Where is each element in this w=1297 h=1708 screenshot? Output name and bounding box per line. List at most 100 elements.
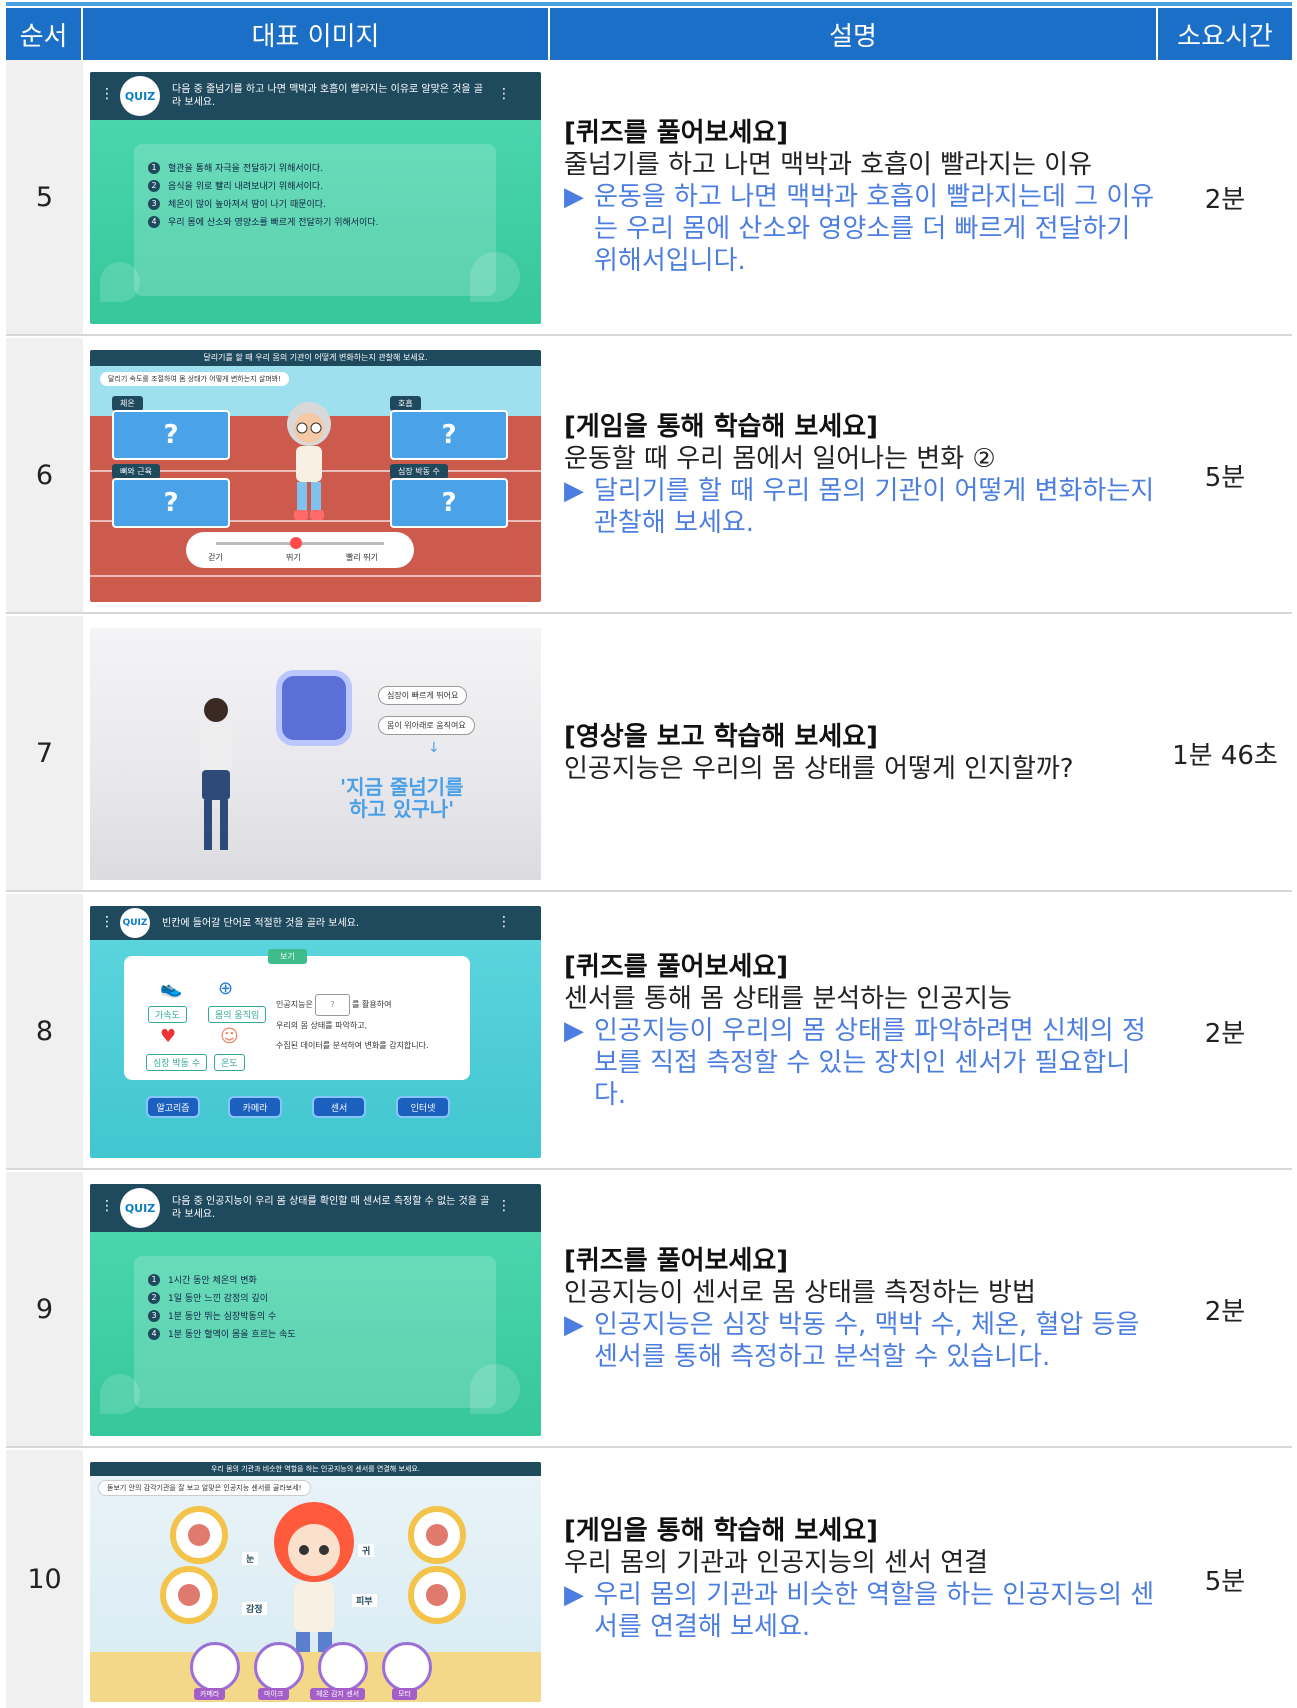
option-number: 2: [148, 1291, 160, 1304]
device-label: 카메라: [194, 1688, 226, 1700]
menu-dots-icon: ⋮: [100, 1198, 114, 1214]
row-detail: ▶ 인공지능이 우리의 몸 상태를 파악하려면 신체의 정보를 직접 측정할 수 …: [564, 1016, 1146, 1110]
quiz-option[interactable]: 1 혈관을 통해 자극을 전달하기 위해서이다.: [148, 161, 378, 174]
temperature-sensor-device[interactable]: [318, 1642, 368, 1692]
table-row: 6 달리기를 할 때 우리 몸의 기관이 어떻게 변화하는지 관찰해 보세요. …: [6, 338, 1292, 614]
row-title: [퀴즈를 풀어보세요]: [564, 1246, 789, 1276]
grandpa-character: [287, 402, 331, 520]
game-thumbnail: 달리기를 할 때 우리 몸의 기관이 어떻게 변화하는지 관찰해 보세요. 달리…: [90, 350, 541, 602]
thumbnail-cell: 우리 몸의 기관과 비슷한 역할을 하는 인공지능의 센서를 연결해 보세요. …: [83, 1450, 550, 1708]
quiz-option[interactable]: 1 1시간 동안 체온의 변화: [148, 1273, 296, 1286]
option-number: 4: [148, 1327, 160, 1340]
menu-dots-icon: ⋮: [497, 914, 511, 930]
row-order: 6: [6, 338, 83, 612]
magnifier-eye[interactable]: [170, 1506, 228, 1564]
row-order: 9: [6, 1172, 83, 1446]
table-row: 10 우리 몸의 기관과 비슷한 역할을 하는 인공지능의 센서를 연결해 보세…: [6, 1450, 1292, 1708]
part-label-ear: 귀: [358, 1544, 375, 1557]
question-icon: [426, 1584, 448, 1606]
thumbnail-cell: ⋮ QUIZ 다음 중 인공지능이 우리 몸 상태를 확인할 때 센서로 측정할…: [83, 1172, 550, 1446]
table-row: 5 ⋮ QUIZ 다음 중 줄넘기를 하고 나면 맥박과 호흡이 빨라지는 이유…: [6, 60, 1292, 336]
question-card[interactable]: ?: [112, 478, 230, 528]
heart-icon: ♥: [160, 1026, 177, 1047]
speed-walk-label: 걷기: [208, 553, 223, 562]
label-bones-muscles: 뼈와 근육: [112, 464, 160, 479]
answer-button[interactable]: 인터넷: [396, 1096, 450, 1118]
row-detail: ▶ 우리 몸의 기관과 비슷한 역할을 하는 인공지능의 센서를 연결해 보세요.: [564, 1580, 1155, 1642]
question-card[interactable]: ?: [390, 410, 508, 460]
motor-device[interactable]: [382, 1642, 432, 1692]
microphone-device[interactable]: [254, 1642, 304, 1692]
menu-dots-icon: ⋮: [497, 1198, 511, 1214]
row-order: 10: [6, 1450, 83, 1708]
row-title: [퀴즈를 풀어보세요]: [564, 952, 789, 982]
quiz-thumbnail: ⋮ QUIZ 빈칸에 들어갈 단어로 적절한 것을 골라 보세요. ⋮ 보기 👟…: [90, 906, 541, 1158]
quiz-option[interactable]: 3 체온이 많이 높아져서 땀이 나기 때문이다.: [148, 197, 378, 210]
smartwatch-icon: [276, 670, 352, 746]
row-subtitle: 인공지능은 우리의 몸 상태를 어떻게 인지할까?: [564, 754, 1074, 784]
speech-bubble: 심장이 빠르게 뛰어요: [378, 686, 468, 705]
row-subtitle: 인공지능이 센서로 몸 상태를 측정하는 방법: [564, 1278, 1036, 1308]
video-caption: '지금 줄넘기를 하고 있구나': [340, 775, 464, 821]
blank-box[interactable]: ?: [315, 994, 350, 1016]
hint-bubble: 달리기 속도를 조절하여 몸 상태가 어떻게 변하는지 살펴봐!: [100, 372, 289, 386]
triangle-bullet-icon: ▶: [564, 182, 584, 212]
answer-button[interactable]: 센서: [312, 1096, 366, 1118]
quiz-option[interactable]: 4 우리 몸에 산소와 영양소를 빠르게 전달하기 위해서이다.: [148, 215, 378, 228]
device-label: 모터: [392, 1688, 417, 1700]
options-list: 1 혈관을 통해 자극을 전달하기 위해서이다. 2 음식을 위로 빨리 내려보내기…: [148, 156, 378, 233]
question-card[interactable]: ?: [390, 478, 508, 528]
magnifier-unknown[interactable]: [408, 1566, 466, 1624]
camera-device[interactable]: [190, 1642, 240, 1692]
triangle-bullet-icon: ▶: [564, 1310, 584, 1340]
row-subtitle: 줄넘기를 하고 나면 맥박과 호흡이 빨라지는 이유: [564, 150, 1092, 180]
option-number: 3: [148, 197, 160, 210]
row-title: [게임을 통해 학습해 보세요]: [564, 412, 879, 442]
part-label-eye: 눈: [242, 1552, 259, 1565]
quiz-option[interactable]: 2 1일 동안 느낀 감정의 깊이: [148, 1291, 296, 1304]
thumbnail-cell: ⋮ QUIZ 빈칸에 들어갈 단어로 적절한 것을 골라 보세요. ⋮ 보기 👟…: [83, 894, 550, 1168]
question-icon: [178, 1584, 200, 1606]
table-row: 8 ⋮ QUIZ 빈칸에 들어갈 단어로 적절한 것을 골라 보세요. ⋮ 보기…: [6, 894, 1292, 1170]
game-thumbnail: 우리 몸의 기관과 비슷한 역할을 하는 인공지능의 센서를 연결해 보세요. …: [90, 1462, 541, 1702]
quiz-option[interactable]: 2 음식을 위로 빨리 내려보내기 위해서이다.: [148, 179, 378, 192]
icon-label: 몸의 움직임: [208, 1006, 267, 1023]
answer-button[interactable]: 카메라: [228, 1096, 282, 1118]
menu-dots-icon: ⋮: [100, 914, 114, 930]
quiz-question: 다음 중 인공지능이 우리 몸 상태를 확인할 때 센서로 측정할 수 없는 것…: [172, 1196, 490, 1220]
speed-run-label: 뛰기: [286, 553, 301, 562]
ear-icon: [426, 1524, 448, 1546]
row-detail: ▶ 운동을 하고 나면 맥박과 호흡이 빨라지는데 그 이유는 우리 몸에 산소와…: [564, 182, 1155, 276]
down-arrow-icon: ↓: [428, 740, 440, 756]
quiz-options-box: 1 혈관을 통해 자극을 전달하기 위해서이다. 2 음식을 위로 빨리 내려보내기…: [134, 144, 496, 296]
triangle-bullet-icon: ▶: [564, 476, 584, 506]
question-card[interactable]: ?: [112, 410, 230, 460]
quiz-question: 빈칸에 들어갈 단어로 적절한 것을 골라 보세요.: [162, 917, 360, 929]
quiz-question: 다음 중 줄넘기를 하고 나면 맥박과 호흡이 빨라지는 이유로 알맞은 것을 …: [172, 84, 483, 108]
quiz-question-bar: ⋮ QUIZ 다음 중 줄넘기를 하고 나면 맥박과 호흡이 빨라지는 이유로 …: [90, 72, 541, 120]
thumbnail-cell: ⋮ QUIZ 다음 중 줄넘기를 하고 나면 맥박과 호흡이 빨라지는 이유로 …: [83, 60, 550, 334]
table-row: 9 ⋮ QUIZ 다음 중 인공지능이 우리 몸 상태를 확인할 때 센서로 측…: [6, 1172, 1292, 1448]
slider-handle[interactable]: [290, 537, 302, 549]
game-title-bar: 달리기를 할 때 우리 몸의 기관이 어떻게 변화하는지 관찰해 보세요.: [90, 350, 541, 366]
quiz-logo: QUIZ: [120, 1188, 160, 1228]
row-time: 1분 46초: [1172, 740, 1278, 771]
magnifier-ear[interactable]: [408, 1506, 466, 1564]
row-description: [게임을 통해 학습해 보세요] 우리 몸의 기관과 인공지능의 센서 연결 ▶…: [550, 1450, 1158, 1708]
quiz-option[interactable]: 3 1분 동안 뛰는 심장박동의 수: [148, 1309, 296, 1322]
speed-slider[interactable]: 걷기 뛰기 빨리 뛰기: [186, 532, 414, 568]
row-title: [게임을 통해 학습해 보세요]: [564, 1516, 879, 1546]
icon-label: 온도: [214, 1054, 245, 1071]
video-thumbnail[interactable]: 심장이 빠르게 뛰어요 몸이 위아래로 움직여요 ↓ '지금 줄넘기를 하고 있…: [90, 628, 541, 880]
quiz-option[interactable]: 4 1분 동안 혈액이 몸을 흐르는 속도: [148, 1327, 296, 1340]
track-lane: [90, 575, 541, 577]
option-number: 3: [148, 1309, 160, 1322]
magnifier-unknown[interactable]: [160, 1566, 218, 1624]
part-label-feeling: 감정: [242, 1602, 267, 1615]
option-number: 1: [148, 1273, 160, 1286]
answer-button[interactable]: 알고리즘: [146, 1096, 200, 1118]
example-tag: 보기: [268, 949, 307, 964]
row-time: 2분: [1204, 1296, 1246, 1327]
quiz-thumbnail: ⋮ QUIZ 다음 중 줄넘기를 하고 나면 맥박과 호흡이 빨라지는 이유로 …: [90, 72, 541, 324]
row-detail: ▶ 달리기를 할 때 우리 몸의 기관이 어떻게 변화하는지 관찰해 보세요.: [564, 476, 1155, 538]
